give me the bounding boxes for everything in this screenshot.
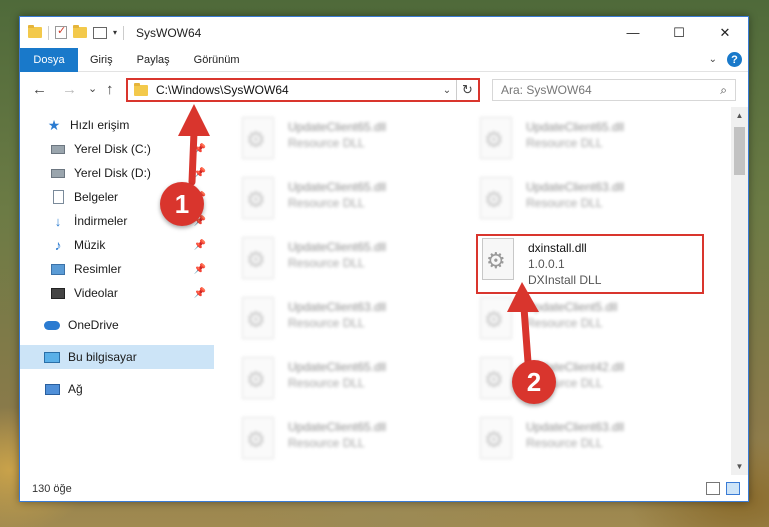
arrow-2 [507, 282, 539, 366]
step-2-badge: 2 [512, 360, 556, 404]
step-1-badge: 1 [160, 182, 204, 226]
annotation-overlay [178, 104, 539, 366]
arrow-1 [178, 104, 210, 186]
